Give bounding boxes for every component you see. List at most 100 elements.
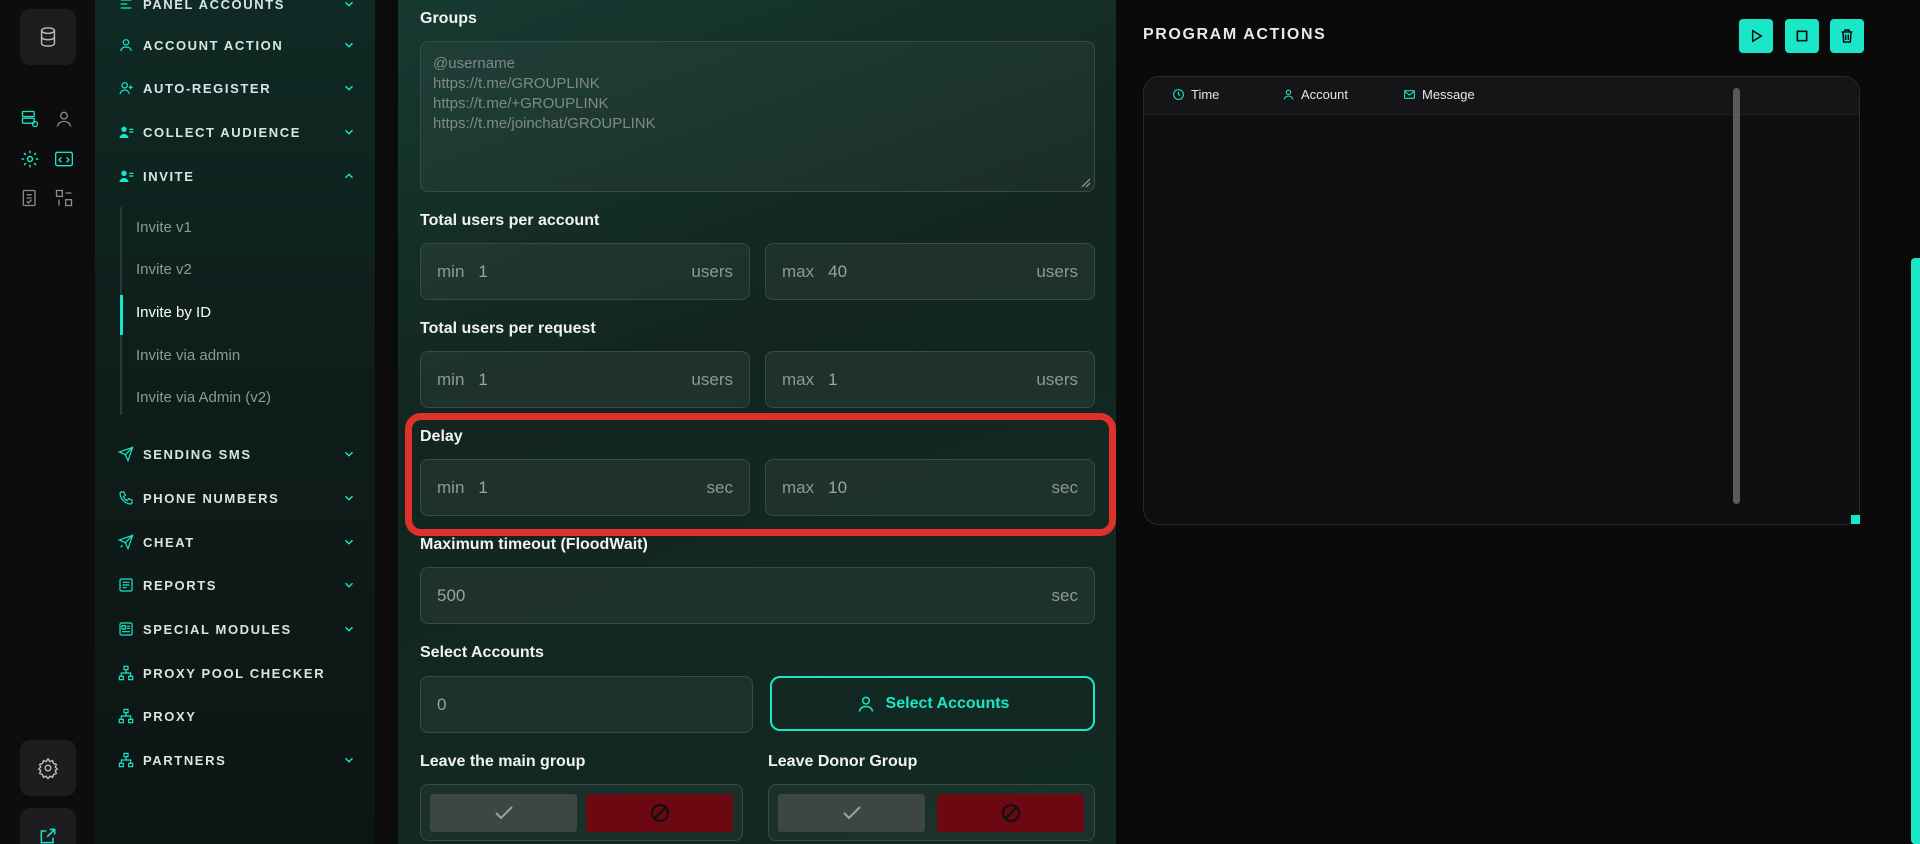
min-value: 1	[478, 369, 488, 389]
sidebar-item-proxy-pool-checker[interactable]: Proxy Pool Checker	[117, 661, 357, 685]
max-prefix: max	[782, 369, 815, 389]
chevron-up-icon	[341, 168, 357, 184]
groups-placeholder-line: https://t.me/GROUPLINK	[433, 75, 600, 92]
sidebar-item-phone-numbers[interactable]: Phone Numbers	[117, 486, 357, 510]
phone-icon	[117, 489, 135, 507]
program-actions-title: PROGRAM ACTIONS	[1143, 26, 1327, 43]
sidebar-item-label: Reports	[143, 577, 218, 593]
program-log-table[interactable]: Time Account Message	[1143, 76, 1860, 525]
ban-icon	[1001, 803, 1020, 823]
chevron-down-icon	[341, 124, 357, 140]
submenu-invite-v1[interactable]: Invite v1	[136, 219, 192, 236]
column-account[interactable]: Account	[1282, 87, 1348, 102]
users-per-account-label: Total users per account	[420, 212, 600, 229]
column-time[interactable]: Time	[1172, 87, 1219, 102]
leave-donor-no-button[interactable]	[937, 794, 1084, 832]
clear-log-button[interactable]	[1830, 19, 1864, 53]
program-actions-panel: PROGRAM ACTIONS Time Account Message	[1116, 0, 1920, 844]
log-scrollbar[interactable]	[1733, 88, 1740, 504]
modules-icon	[117, 620, 135, 638]
column-account-label: Account	[1301, 87, 1348, 102]
sidebar-item-label: Account Action	[143, 37, 284, 53]
send-alt-icon	[117, 533, 135, 551]
report-icon	[117, 576, 135, 594]
unit-suffix: users	[691, 369, 733, 389]
checklist-icon[interactable]	[19, 187, 41, 209]
code-window-icon[interactable]	[53, 148, 75, 170]
max-value: 1	[828, 369, 838, 389]
server-list-icon[interactable]	[19, 108, 41, 130]
user-icon	[858, 696, 873, 712]
sidebar: Panel Accounts Account Action Auto-Regis…	[95, 0, 375, 844]
leave-donor-yes-button[interactable]	[778, 794, 925, 832]
accounts-count-value: 0	[437, 694, 447, 714]
groups-label: Groups	[420, 10, 477, 27]
sidebar-item-invite[interactable]: Invite	[117, 164, 357, 188]
submenu-invite-via-admin[interactable]: Invite via admin	[136, 347, 240, 364]
user-pin-icon[interactable]	[53, 108, 75, 130]
sidebar-item-label: Cheat	[143, 534, 195, 550]
submenu-active-indicator	[120, 295, 123, 335]
settings-button[interactable]	[20, 740, 76, 796]
sidebar-item-panel-accounts[interactable]: Panel Accounts	[117, 0, 357, 16]
check-icon	[842, 806, 861, 820]
sidebar-item-proxy[interactable]: Proxy	[117, 704, 357, 728]
clock-icon	[1173, 89, 1184, 100]
sidebar-item-partners[interactable]: Partners	[117, 748, 357, 772]
layout-grid-icon[interactable]	[53, 187, 75, 209]
gear-icon	[37, 757, 59, 779]
users-per-account-max-input[interactable]: max 40 users	[765, 243, 1095, 300]
leave-main-no-button[interactable]	[586, 794, 733, 832]
sidebar-item-sending-sms[interactable]: Sending SMS	[117, 442, 357, 466]
timeout-value: 500	[437, 585, 466, 605]
resize-handle-icon[interactable]	[1081, 178, 1091, 188]
accounts-count-input[interactable]: 0	[420, 676, 753, 733]
submenu-invite-via-admin-v2[interactable]: Invite via Admin (v2)	[136, 389, 271, 406]
select-accounts-button[interactable]: Select Accounts	[770, 676, 1095, 731]
send-icon	[117, 445, 135, 463]
chevron-down-icon	[341, 577, 357, 593]
page-scrollbar[interactable]	[1911, 258, 1920, 844]
timeout-input[interactable]: 500 sec	[420, 567, 1095, 624]
users-per-account-min-input[interactable]: min 1 users	[420, 243, 750, 300]
sidebar-item-special-modules[interactable]: Special Modules	[117, 617, 357, 641]
user-plus-icon	[117, 79, 135, 97]
chevron-down-icon	[341, 752, 357, 768]
users-per-request-max-input[interactable]: max 1 users	[765, 351, 1095, 408]
stop-button[interactable]	[1785, 19, 1819, 53]
users-per-request-label: Total users per request	[420, 320, 596, 337]
submenu-invite-v2[interactable]: Invite v2	[136, 261, 192, 278]
sidebar-item-label: Sending SMS	[143, 446, 252, 462]
app-root: Panel Accounts Account Action Auto-Regis…	[0, 0, 1920, 844]
network-icon	[117, 707, 135, 725]
user-list-icon	[117, 123, 135, 141]
database-button[interactable]	[20, 9, 76, 65]
leave-main-yes-button[interactable]	[430, 794, 577, 832]
groups-textarea[interactable]: @username https://t.me/GROUPLINK https:/…	[420, 41, 1095, 192]
sidebar-item-auto-register[interactable]: Auto-Register	[117, 76, 357, 100]
timeout-label: Maximum timeout (FloodWait)	[420, 536, 648, 553]
sidebar-item-collect-audience[interactable]: Collect Audience	[117, 120, 357, 144]
user-list-icon	[117, 167, 135, 185]
network-icon	[117, 751, 135, 769]
start-button[interactable]	[1739, 19, 1773, 53]
external-link-button[interactable]	[20, 808, 76, 844]
sidebar-item-reports[interactable]: Reports	[117, 573, 357, 597]
users-per-request-min-input[interactable]: min 1 users	[420, 351, 750, 408]
icon-rail	[0, 0, 95, 844]
sidebar-item-cheat[interactable]: Cheat	[117, 530, 357, 554]
chevron-down-icon	[341, 37, 357, 53]
sidebar-item-label: Partners	[143, 752, 227, 768]
leave-main-group-label: Leave the main group	[420, 753, 586, 770]
log-resize-handle[interactable]	[1851, 515, 1860, 524]
sidebar-item-label: Phone Numbers	[143, 490, 280, 506]
sidebar-item-label: Proxy Pool Checker	[143, 665, 326, 681]
submenu-invite-by-id[interactable]: Invite by ID	[136, 304, 211, 321]
chevron-down-icon	[341, 490, 357, 506]
delay-highlight-box	[405, 413, 1116, 536]
settings-gear-icon[interactable]	[19, 148, 41, 170]
unit-suffix: users	[691, 261, 733, 281]
sidebar-item-account-action[interactable]: Account Action	[117, 33, 357, 57]
column-message[interactable]: Message	[1403, 87, 1475, 102]
max-prefix: max	[782, 261, 815, 281]
